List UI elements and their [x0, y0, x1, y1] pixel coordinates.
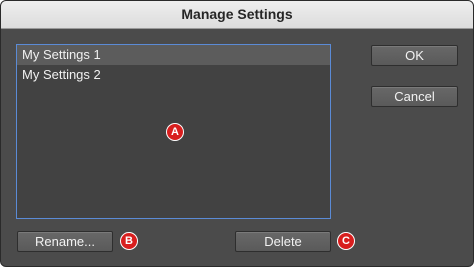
- list-item-my-settings-1[interactable]: My Settings 1: [17, 45, 330, 65]
- cancel-button[interactable]: Cancel: [371, 86, 458, 107]
- rename-button[interactable]: Rename...: [17, 231, 113, 252]
- callout-b: B: [120, 232, 138, 250]
- callout-c: C: [337, 232, 355, 250]
- manage-settings-dialog: Manage Settings My Settings 1 My Setting…: [0, 0, 474, 267]
- delete-button[interactable]: Delete: [235, 231, 331, 252]
- dialog-title: Manage Settings: [1, 1, 473, 29]
- ok-button[interactable]: OK: [371, 45, 458, 66]
- callout-a: A: [166, 123, 184, 141]
- list-item-my-settings-2[interactable]: My Settings 2: [17, 65, 330, 85]
